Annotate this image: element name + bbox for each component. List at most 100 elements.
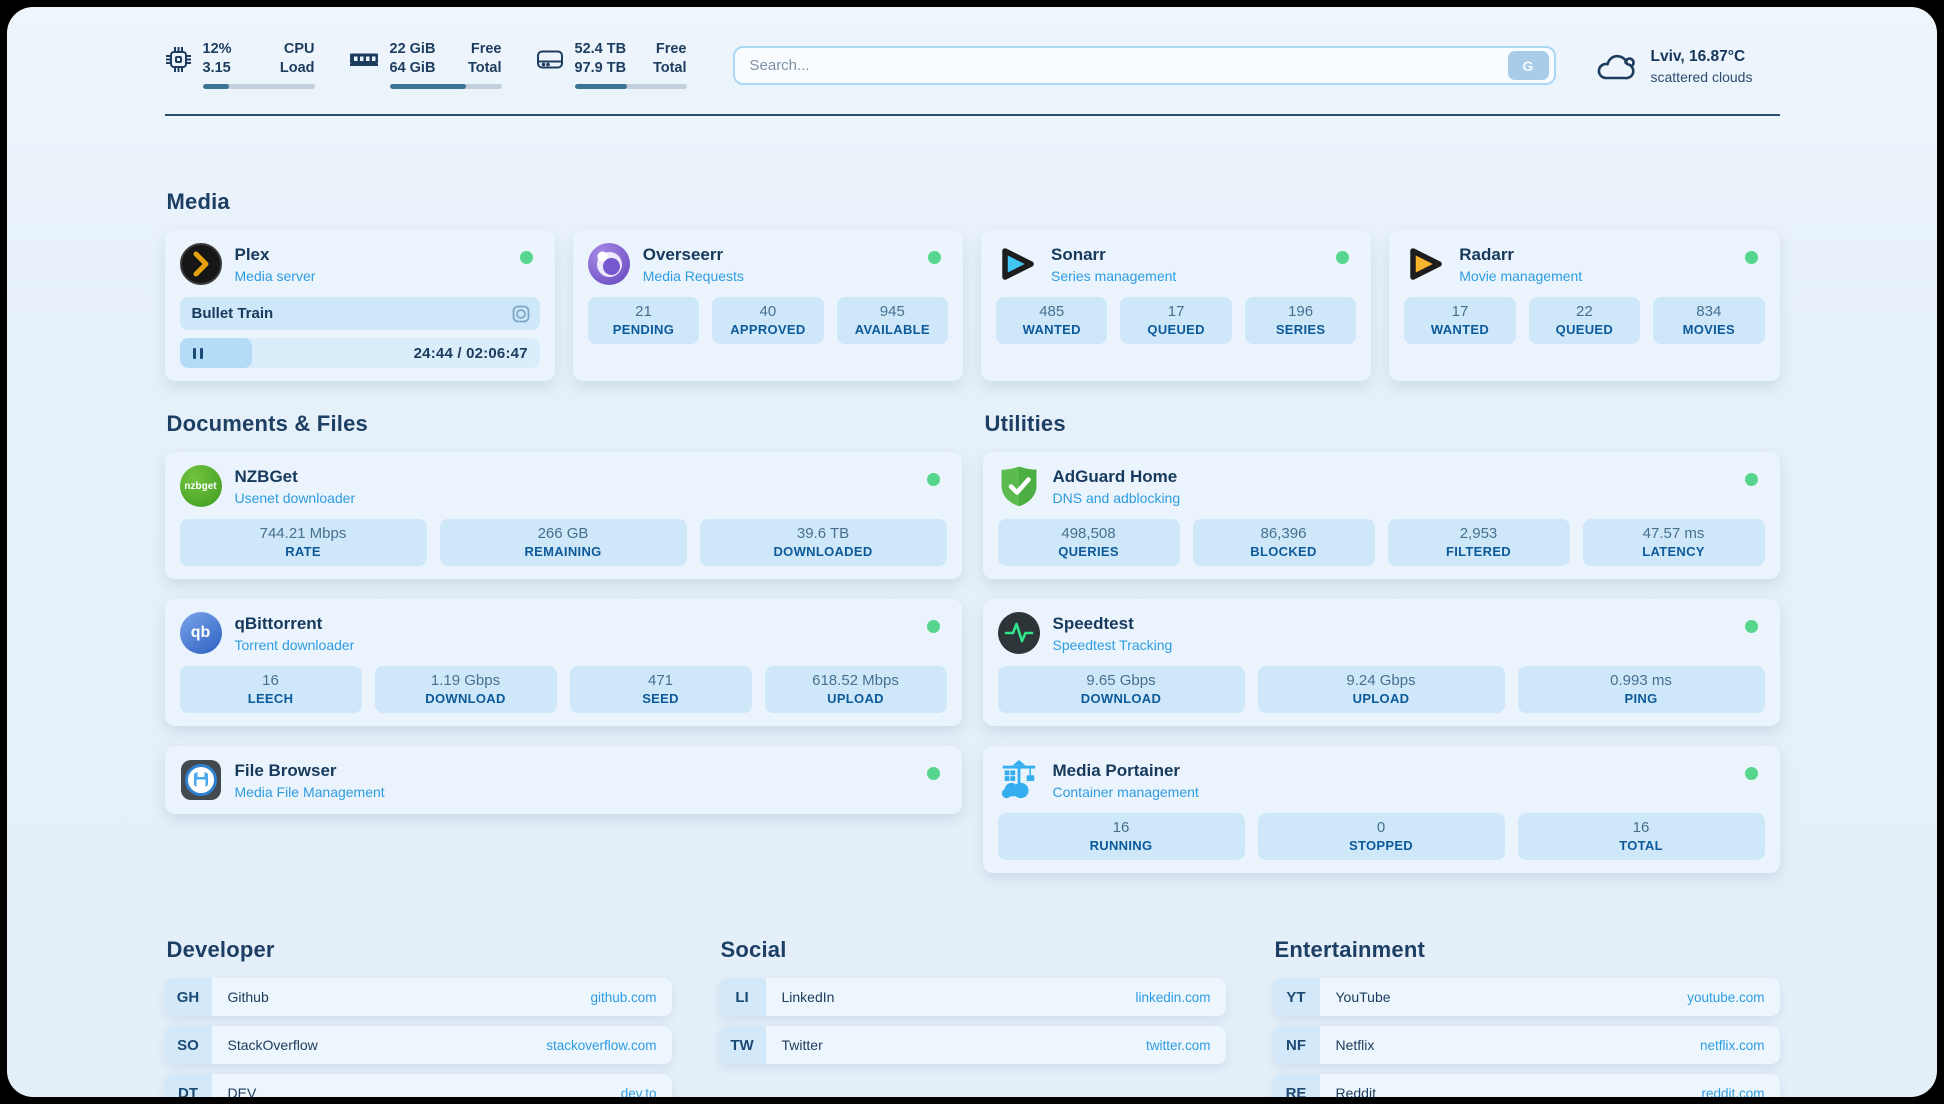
bookmark-netflix[interactable]: NF Netflix netflix.com	[1273, 1026, 1780, 1064]
stat-tile-download: 1.19 Gbps DOWNLOAD	[375, 666, 557, 713]
app-name[interactable]: File Browser	[235, 761, 385, 781]
bookmark-url[interactable]: twitter.com	[1146, 1038, 1211, 1053]
bookmark-reddit[interactable]: RE Reddit reddit.com	[1273, 1074, 1780, 1097]
app-card-plex[interactable]: Plex Media server Bullet Train 24:44 / 0…	[165, 230, 555, 381]
app-card-qbittorrent[interactable]: qb qBittorrent Torrent downloader 16 LEE…	[165, 599, 962, 726]
stat-value: 9.65 Gbps	[1002, 672, 1241, 689]
status-online-dot	[928, 251, 941, 264]
status-online-dot	[927, 473, 940, 486]
bookmark-abbr: DT	[165, 1074, 212, 1097]
app-card-filebrowser[interactable]: File Browser Media File Management	[165, 746, 962, 814]
entertainment-section-title: Entertainment	[1275, 937, 1780, 963]
stat-value: 945	[841, 303, 944, 320]
pause-icon[interactable]	[193, 348, 204, 359]
overseerr-icon	[588, 243, 630, 285]
bookmark-name: StackOverflow	[228, 1037, 547, 1053]
stat-label: UPLOAD	[1262, 691, 1501, 706]
stat-tile-upload: 618.52 Mbps UPLOAD	[765, 666, 947, 713]
bookmark-abbr: RE	[1273, 1074, 1320, 1097]
bookmark-dev[interactable]: DT DEV dev.to	[165, 1074, 672, 1097]
app-card-sonarr[interactable]: Sonarr Series management 485 WANTED 17 Q…	[981, 230, 1371, 381]
stat-value: 16	[1522, 819, 1761, 836]
app-name[interactable]: Plex	[235, 245, 316, 265]
stat-value: 40	[716, 303, 819, 320]
app-card-overseerr[interactable]: Overseerr Media Requests 21 PENDING 40 A…	[573, 230, 963, 381]
stat-tile-approved: 40 APPROVED	[712, 297, 823, 344]
app-subtitle: Series management	[1051, 268, 1176, 284]
cpu-progressbar	[203, 84, 315, 89]
status-online-dot	[520, 251, 533, 264]
bookmark-url[interactable]: github.com	[590, 990, 656, 1005]
bookmark-url[interactable]: reddit.com	[1701, 1086, 1764, 1098]
stat-tile-queued: 22 QUEUED	[1529, 297, 1640, 344]
bookmark-twitter[interactable]: TW Twitter twitter.com	[719, 1026, 1226, 1064]
cpu-load-label: Load	[280, 59, 315, 78]
stat-tile-leech: 16 LEECH	[180, 666, 362, 713]
bookmark-name: Github	[228, 989, 591, 1005]
stat-label: LEECH	[184, 691, 358, 706]
app-name[interactable]: Radarr	[1459, 245, 1582, 265]
stat-value: 471	[574, 672, 748, 689]
stat-label: SERIES	[1249, 322, 1352, 337]
stat-tile-blocked: 86,396 BLOCKED	[1193, 519, 1375, 566]
app-name[interactable]: AdGuard Home	[1053, 467, 1181, 487]
stat-value: 9.24 Gbps	[1262, 672, 1501, 689]
dashboard-content: 12%CPU 3.15Load 22 GiBFree 64 GiBTotal	[165, 7, 1780, 1097]
playback-time: 24:44 / 02:06:47	[414, 345, 528, 362]
stat-tile-pending: 21 PENDING	[588, 297, 699, 344]
bookmark-url[interactable]: stackoverflow.com	[546, 1038, 656, 1053]
search-provider-button[interactable]: G	[1508, 51, 1549, 80]
stat-label: QUEUED	[1533, 322, 1636, 337]
playback-progressbar[interactable]: 24:44 / 02:06:47	[180, 338, 540, 368]
documents-section-title: Documents & Files	[167, 411, 962, 437]
app-name[interactable]: qBittorrent	[235, 614, 355, 634]
stat-label: FILTERED	[1392, 544, 1566, 559]
app-card-portainer[interactable]: Media Portainer Container management 16 …	[983, 746, 1780, 873]
stat-tile-latency: 47.57 ms LATENCY	[1583, 519, 1765, 566]
disk-free-label: Free	[656, 40, 687, 59]
bookmark-url[interactable]: linkedin.com	[1135, 990, 1210, 1005]
bookmark-url[interactable]: dev.to	[621, 1086, 657, 1098]
bookmark-abbr: SO	[165, 1026, 212, 1064]
app-name[interactable]: Speedtest	[1053, 614, 1173, 634]
bookmark-youtube[interactable]: YT YouTube youtube.com	[1273, 978, 1780, 1016]
bookmark-linkedin[interactable]: LI LinkedIn linkedin.com	[719, 978, 1226, 1016]
app-card-adguard[interactable]: AdGuard Home DNS and adblocking 498,508 …	[983, 452, 1780, 579]
qbittorrent-icon: qb	[180, 612, 222, 654]
session-icon[interactable]	[512, 305, 530, 323]
bookmark-abbr: GH	[165, 978, 212, 1016]
app-card-radarr[interactable]: Radarr Movie management 17 WANTED 22 QUE…	[1389, 230, 1779, 381]
stat-tile-available: 945 AVAILABLE	[837, 297, 948, 344]
media-section-title: Media	[167, 189, 1780, 215]
stat-value: 86,396	[1197, 525, 1371, 542]
bookmark-url[interactable]: netflix.com	[1700, 1038, 1765, 1053]
app-card-speedtest[interactable]: Speedtest Speedtest Tracking 9.65 Gbps D…	[983, 599, 1780, 726]
stat-value: 17	[1408, 303, 1511, 320]
bookmark-github[interactable]: GH Github github.com	[165, 978, 672, 1016]
app-name[interactable]: Sonarr	[1051, 245, 1176, 265]
app-name[interactable]: Media Portainer	[1053, 761, 1199, 781]
stat-label: PENDING	[592, 322, 695, 337]
disk-free-value: 52.4 TB	[575, 40, 627, 59]
weather-condition: scattered clouds	[1651, 69, 1753, 85]
portainer-icon	[998, 759, 1040, 801]
status-online-dot	[927, 767, 940, 780]
stat-value: 618.52 Mbps	[769, 672, 943, 689]
search-bar[interactable]: G	[733, 46, 1556, 85]
bookmarks-area: Developer GH Github github.com SO StackO…	[165, 937, 1780, 1097]
ram-free-label: Free	[471, 40, 502, 59]
stat-tile-filtered: 2,953 FILTERED	[1388, 519, 1570, 566]
stat-value: 0	[1262, 819, 1501, 836]
bookmark-stackoverflow[interactable]: SO StackOverflow stackoverflow.com	[165, 1026, 672, 1064]
app-card-nzbget[interactable]: nzbget NZBGet Usenet downloader 744.21 M…	[165, 452, 962, 579]
status-online-dot	[927, 620, 940, 633]
media-grid: Plex Media server Bullet Train 24:44 / 0…	[165, 230, 1780, 381]
app-subtitle: Movie management	[1459, 268, 1582, 284]
app-name[interactable]: NZBGet	[235, 467, 356, 487]
bookmark-url[interactable]: youtube.com	[1687, 990, 1764, 1005]
ram-widget: 22 GiBFree 64 GiBTotal	[349, 40, 502, 89]
search-input[interactable]	[750, 57, 1508, 74]
stat-value: 21	[592, 303, 695, 320]
app-name[interactable]: Overseerr	[643, 245, 744, 265]
weather-location-temp: Lviv, 16.87°C	[1651, 48, 1753, 66]
